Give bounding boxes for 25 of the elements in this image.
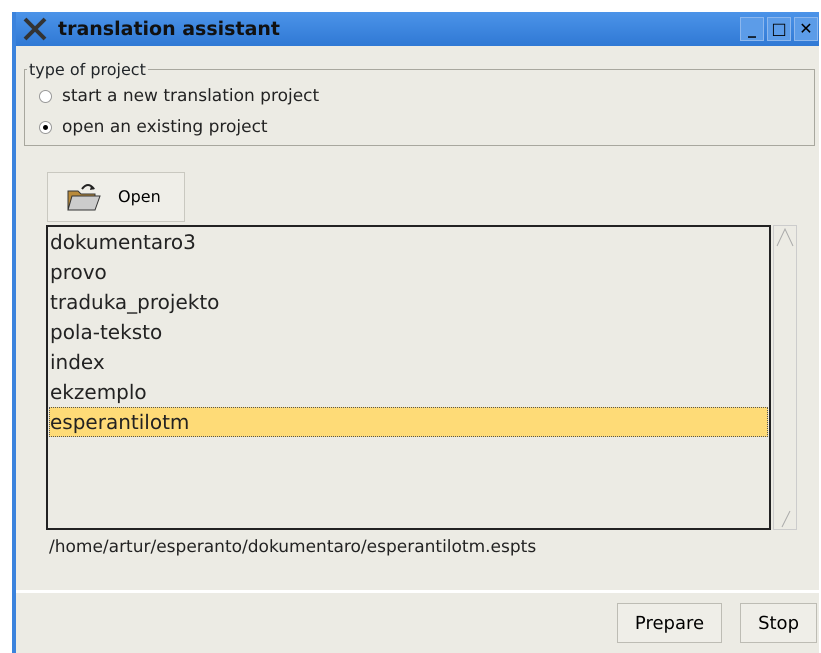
list-item[interactable]: dokumentaro3 xyxy=(49,227,768,257)
project-list[interactable]: dokumentaro3 provo traduka_projekto pola-teksto index ekzemplo esperantilotm xyxy=(46,225,771,530)
file-path: /home/artur/esperanto/dokumentaro/esperantilotm.espts xyxy=(49,536,538,559)
minimize-button[interactable]: _ xyxy=(740,17,764,41)
list-item[interactable]: ekzemplo xyxy=(49,377,768,407)
dialog-button[interactable]: Stop xyxy=(740,603,817,643)
close-button[interactable]: ✕ xyxy=(794,17,818,41)
list-item[interactable]: esperantilotm xyxy=(49,407,768,437)
list-item[interactable]: index xyxy=(49,347,768,377)
open-button[interactable]: Open xyxy=(47,172,185,222)
radio-button[interactable] xyxy=(39,121,52,134)
list-item[interactable]: provo xyxy=(49,257,768,287)
maximize-button[interactable]: □ xyxy=(767,17,791,41)
radio-button[interactable] xyxy=(39,90,52,104)
window-title: translation assistant xyxy=(58,16,280,42)
radio-label[interactable]: start a new translation project xyxy=(62,84,320,110)
scroll-up-icon xyxy=(774,226,796,248)
group-label: type of project xyxy=(27,60,148,80)
folder-icon xyxy=(66,181,102,213)
list-item[interactable]: traduka_projekto xyxy=(49,287,768,317)
list-item[interactable]: pola-teksto xyxy=(49,317,768,347)
radio-label[interactable]: open an existing project xyxy=(62,114,268,140)
app-icon xyxy=(22,16,48,42)
scrollbar[interactable] xyxy=(773,225,797,530)
dialog-button[interactable]: Prepare xyxy=(616,603,722,643)
